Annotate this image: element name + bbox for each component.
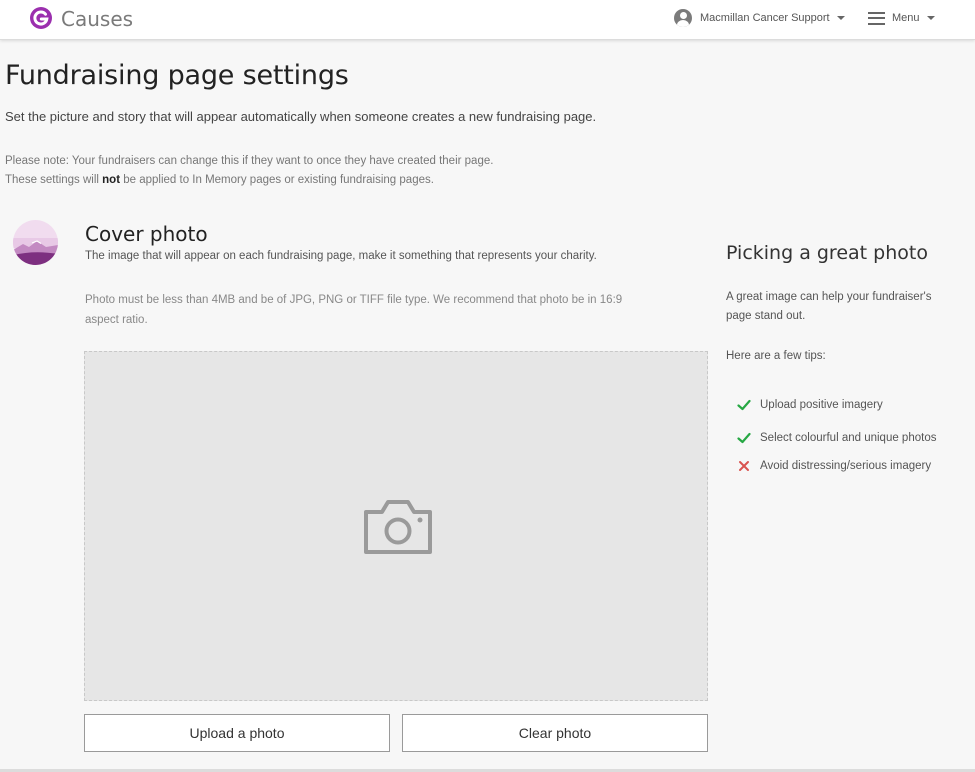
tips-heading: Here are a few tips: xyxy=(726,350,826,362)
camera-icon xyxy=(364,500,432,554)
note-line-1: Please note: Your fundraisers can change… xyxy=(5,155,494,167)
page-note: Please note: Your fundraisers can change… xyxy=(5,152,493,190)
brand-name[interactable]: Causes xyxy=(61,7,133,31)
tip-label: Select colourful and unique photos xyxy=(760,432,937,444)
user-avatar-icon xyxy=(674,9,692,27)
tips-intro: A great image can help your fundraiser's… xyxy=(726,291,932,322)
main-menu-button[interactable]: Menu xyxy=(868,8,935,28)
cover-photo-description: The image that will appear on each fundr… xyxy=(85,250,597,262)
tip-label: Upload positive imagery xyxy=(760,399,883,411)
page-intro: Set the picture and story that will appe… xyxy=(5,109,597,124)
top-navigation-bar: Causes Macmillan Cancer Support Menu xyxy=(0,0,975,40)
tip-item: Avoid distressing/serious imagery xyxy=(737,458,931,474)
upload-photo-button[interactable]: Upload a photo xyxy=(84,714,390,752)
tip-item: Upload positive imagery xyxy=(737,397,883,413)
chevron-down-icon xyxy=(926,16,935,20)
note-line-2: These settings will not be applied to In… xyxy=(5,174,434,186)
account-dropdown[interactable]: Macmillan Cancer Support xyxy=(674,8,845,28)
photo-requirements: Photo must be less than 4MB and be of JP… xyxy=(85,294,623,326)
cross-icon xyxy=(739,461,749,471)
chevron-down-icon xyxy=(836,16,845,20)
checkmark-icon xyxy=(737,432,751,444)
checkmark-icon xyxy=(737,399,751,411)
clear-photo-button[interactable]: Clear photo xyxy=(402,714,708,752)
cover-photo-title: Cover photo xyxy=(85,222,208,246)
cover-photo-dropzone[interactable] xyxy=(84,351,708,701)
page-title: Fundraising page settings xyxy=(5,60,349,91)
tip-item: Select colourful and unique photos xyxy=(737,430,936,446)
menu-label: Menu xyxy=(892,12,920,24)
causes-logo-icon[interactable] xyxy=(29,6,53,30)
landscape-photo-icon xyxy=(13,220,58,265)
tips-title: Picking a great photo xyxy=(726,242,928,264)
tip-label: Avoid distressing/serious imagery xyxy=(760,460,932,472)
account-name: Macmillan Cancer Support xyxy=(700,12,830,24)
hamburger-icon xyxy=(868,11,885,25)
